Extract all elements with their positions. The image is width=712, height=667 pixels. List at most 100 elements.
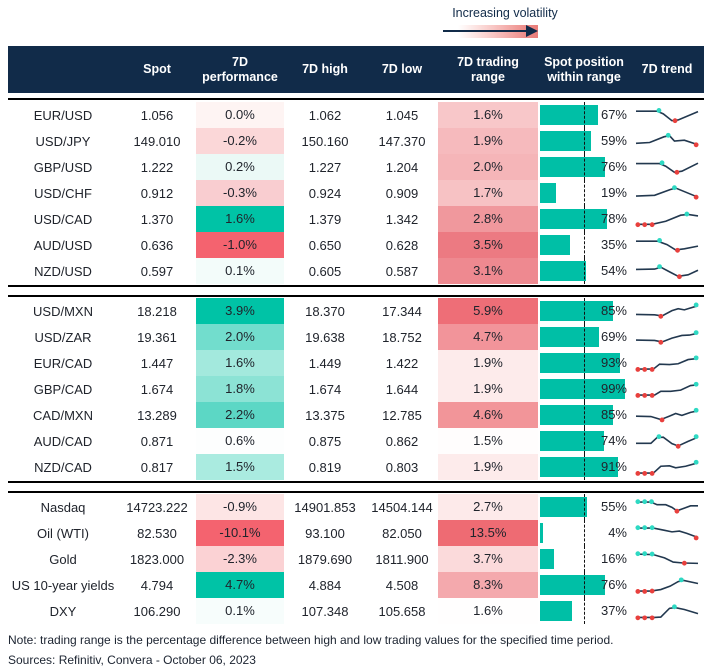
range-midline [584,546,585,572]
high-value: 107.348 [301,603,349,619]
trend-sparkline [635,407,699,423]
sources-line: Sources: Refinitiv, Convera - October 06… [8,653,256,667]
sparkline-dot [649,525,655,531]
high-value: 18.370 [305,303,345,319]
table-row: NZD/CAD 0.817 1.5% 0.819 0.803 1.9% 91% [8,454,704,480]
performance-cell: 1.8% [196,376,284,402]
trading-range-cell: 1.9% [438,128,538,154]
row-label: Oil (WTI) [37,525,89,541]
spot-value: 0.871 [140,433,174,449]
performance-cell: -10.1% [196,520,284,546]
sparkline-dot [635,499,641,505]
sparkline-dot [642,525,648,531]
trend-sparkline [635,264,699,280]
position-value: 4% [608,525,627,540]
spot-position-cell: 93% [538,350,630,376]
spot-position-cell: 4% [538,520,630,546]
row-label: GBP/USD [33,159,93,175]
trading-range-cell: 13.5% [438,520,538,546]
trend-cell [630,206,704,232]
position-bar [540,497,588,517]
position-value: 35% [600,237,627,252]
currency-table: Spot 7D performance 7D high 7D low 7D tr… [8,46,704,624]
position-value: 69% [600,329,627,344]
performance-cell: -1.0% [196,232,284,258]
low-value: 147.370 [378,133,426,149]
high-value: 13.375 [305,407,345,423]
table-row: Gold 1823.000 -2.3% 1879.690 1811.900 3.7% 16% [8,546,704,572]
trading-range-cell: 3.7% [438,546,538,572]
spot-value: 13.289 [137,407,177,423]
header-cell-low: 7D low [381,62,423,77]
trend-cell [630,402,704,428]
position-value: 59% [600,133,627,148]
table-row: Oil (WTI) 82.530 -10.1% 93.100 82.050 13.5% 4% [8,520,704,546]
sparkline-dot [635,589,641,594]
range-midline [584,598,585,624]
position-value: 85% [600,407,627,422]
table-row: GBP/CAD 1.674 1.8% 1.674 1.644 1.9% 99% [8,376,704,402]
table-row: USD/CAD 1.370 1.6% 1.379 1.342 2.8% 78% [8,206,704,232]
spot-position-cell: 91% [538,454,630,480]
table-row: US 10-year yields 4.794 4.7% 4.884 4.508 8.3%… [8,572,704,598]
trend-cell [630,324,704,350]
row-label: US 10-year yields [11,577,115,593]
table-body: EUR/USD 1.056 0.0% 1.062 1.045 1.6% 67% USD/JPY… [8,102,704,624]
spot-position-cell: 76% [538,154,630,180]
position-value: 93% [600,355,627,370]
performance-cell: -0.3% [196,180,284,206]
sparkline-dot [657,264,662,270]
sparkline-dot [642,589,648,594]
trend-sparkline [636,108,699,124]
position-bar [540,235,571,255]
position-bar [540,105,598,125]
spot-value: 4.794 [140,577,174,593]
low-value: 1.422 [385,355,419,371]
sparkline-dot [642,367,648,372]
sparkline-dot [635,615,641,621]
trend-cell [630,232,704,258]
spot-value: 1.222 [140,159,174,175]
trend-sparkline [635,381,699,398]
range-midline [584,298,585,324]
range-midline [584,376,585,402]
row-label: NZD/CAD [34,459,92,475]
spot-value: 149.010 [133,133,181,149]
row-label: USD/CHF [34,185,92,201]
low-value: 18.752 [382,329,422,345]
trend-sparkline [635,330,699,345]
trend-sparkline [636,434,699,449]
table-group: USD/MXN 18.218 3.9% 18.370 17.344 5.9% 85% USD/… [8,298,704,480]
trend-cell [630,428,704,454]
table-row: USD/MXN 18.218 3.9% 18.370 17.344 5.9% 85% [8,298,704,324]
table-row: USD/JPY 149.010 -0.2% 150.160 147.370 1.9% 59% [8,128,704,154]
position-value: 37% [600,603,627,618]
position-value: 54% [600,263,627,278]
high-value: 1.379 [308,211,342,227]
row-label: AUD/USD [33,237,93,253]
row-label: USD/CAD [33,211,93,227]
position-bar [540,431,604,451]
performance-cell: 0.6% [196,428,284,454]
table-group: EUR/USD 1.056 0.0% 1.062 1.045 1.6% 67% USD/JPY… [8,102,704,284]
trend-cell [630,154,704,180]
header-cell-spot: Spot [143,62,171,77]
spot-value: 1.056 [140,107,174,123]
row-label: EUR/USD [33,107,93,123]
position-value: 55% [600,499,627,514]
trading-range-cell: 2.0% [438,154,538,180]
performance-cell: 1.6% [196,350,284,376]
trend-sparkline [636,160,699,175]
sparkline-dot [674,508,680,514]
header-cell-spot-position: Spot position within range [544,55,624,84]
spot-position-cell: 67% [538,102,630,128]
group-separator [8,481,704,493]
range-midline [584,428,585,454]
sparkline-dot [642,551,648,557]
trading-range-cell: 8.3% [438,572,538,598]
sparkline-dot [693,302,699,308]
trend-sparkline [635,577,699,594]
position-bar [540,261,587,281]
sparkline-dot [693,434,699,440]
sparkline-dot [642,471,648,476]
